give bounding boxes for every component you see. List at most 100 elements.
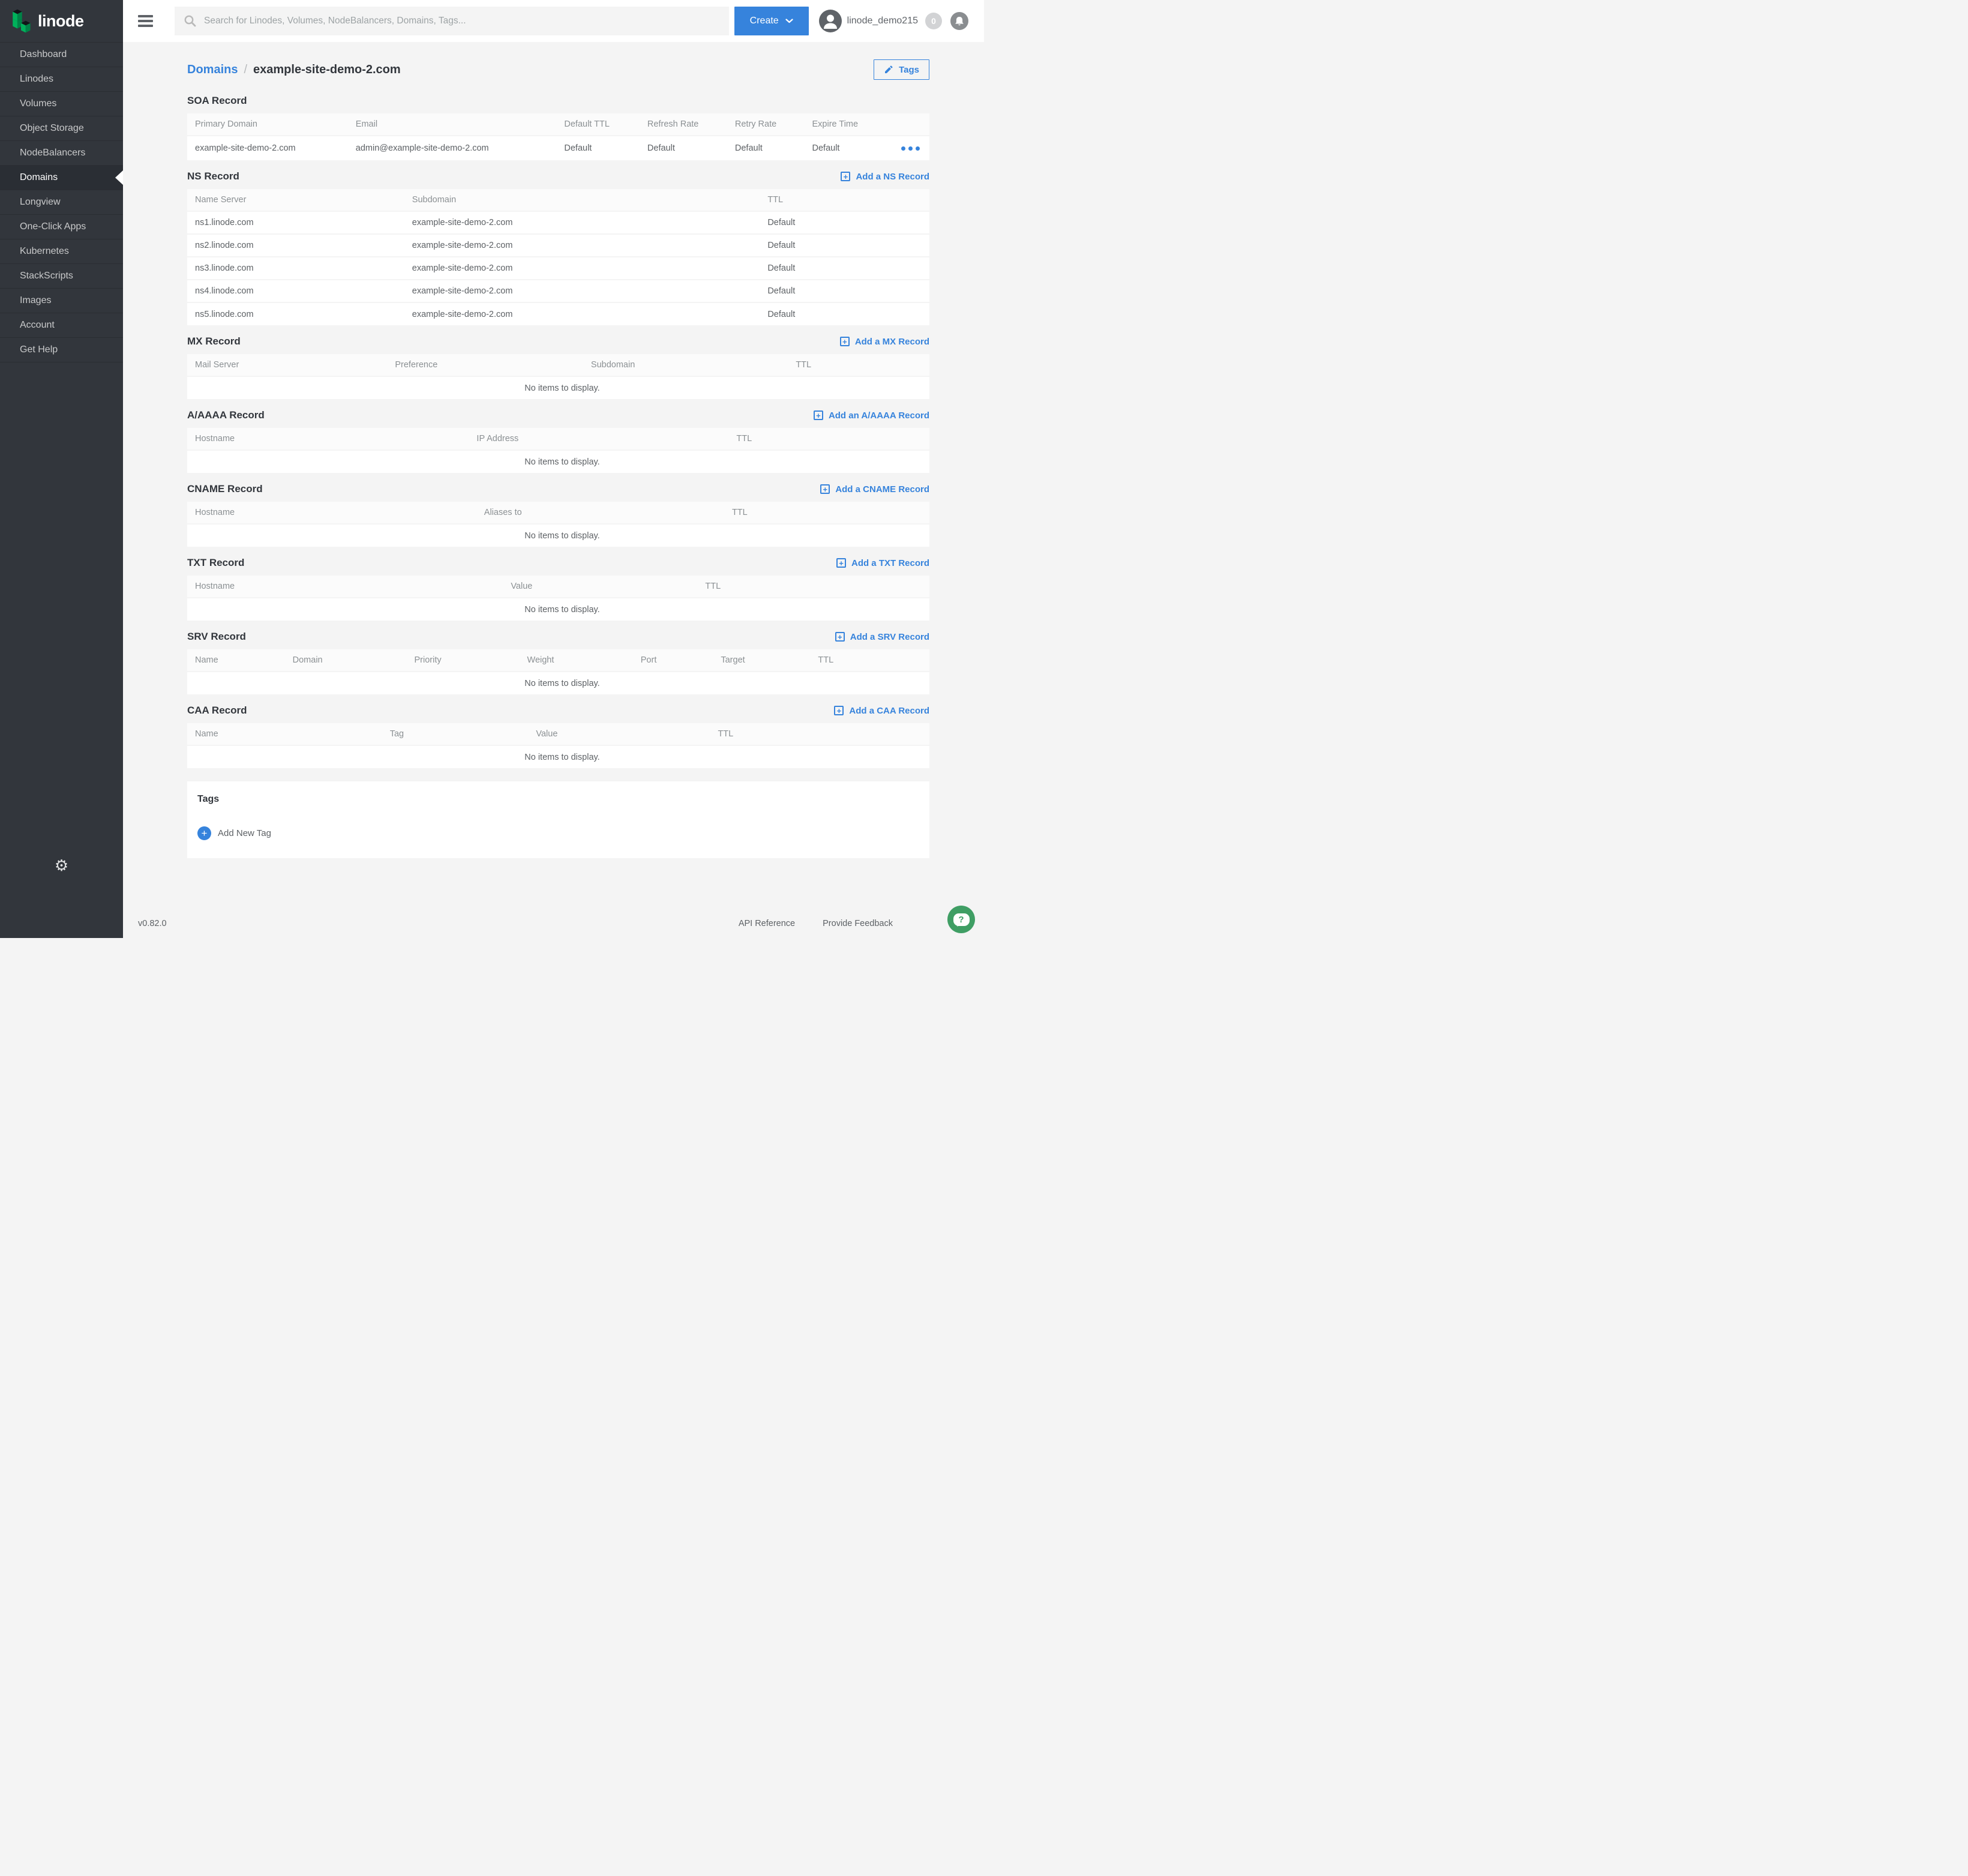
- column-header: Subdomain: [412, 189, 768, 211]
- add-ns-record-label: Add a NS Record: [856, 172, 929, 182]
- notifications-bell-icon[interactable]: [950, 12, 968, 30]
- caa-section-header: CAA Record Add a CAA Record: [187, 698, 929, 723]
- srv-section-header: SRV Record Add a SRV Record: [187, 624, 929, 649]
- breadcrumb-domains-link[interactable]: Domains: [187, 63, 238, 77]
- column-header: Hostname: [187, 576, 511, 598]
- column-header: TTL: [736, 428, 929, 450]
- edit-tags-button[interactable]: Tags: [874, 59, 929, 80]
- create-button[interactable]: Create: [734, 7, 809, 35]
- sidebar-item-dashboard[interactable]: Dashboard: [0, 43, 123, 67]
- help-button[interactable]: [947, 906, 975, 933]
- search-icon: [184, 14, 197, 28]
- person-icon: [819, 10, 842, 32]
- ns-header-row: Name Server Subdomain TTL: [187, 189, 929, 211]
- soa-section-title: SOA Record: [187, 95, 247, 107]
- column-header: Hostname: [187, 428, 476, 450]
- ns-name-server: ns3.linode.com: [187, 257, 412, 280]
- empty-state-text: No items to display.: [187, 524, 929, 547]
- sidebar-item-nodebalancers[interactable]: NodeBalancers: [0, 141, 123, 166]
- sidebar-item-one-click-apps[interactable]: One-Click Apps: [0, 215, 123, 239]
- sidebar-item-stackscripts[interactable]: StackScripts: [0, 264, 123, 289]
- a-aaaa-section-header: A/AAAA Record Add an A/AAAA Record: [187, 403, 929, 428]
- version-label: v0.82.0: [138, 919, 167, 928]
- cname-section-header: CNAME Record Add a CNAME Record: [187, 477, 929, 502]
- ns-record-row: ns4.linode.com example-site-demo-2.com D…: [187, 280, 929, 302]
- sidebar-item-get-help[interactable]: Get Help: [0, 338, 123, 362]
- mx-section-header: MX Record Add a MX Record: [187, 329, 929, 354]
- add-cname-record-link[interactable]: Add a CNAME Record: [820, 484, 929, 495]
- sidebar-item-domains[interactable]: Domains: [0, 166, 123, 190]
- content-column: Create linode_demo215 0: [123, 0, 984, 938]
- cname-header-row: Hostname Aliases to TTL: [187, 502, 929, 524]
- api-reference-link[interactable]: API Reference: [739, 919, 795, 928]
- soa-refresh-rate: Default: [647, 136, 735, 160]
- chevron-down-icon: [785, 19, 793, 23]
- ns-ttl: Default: [767, 302, 929, 325]
- sidebar-item-longview[interactable]: Longview: [0, 190, 123, 215]
- column-header: Domain: [293, 649, 415, 672]
- ns-ttl: Default: [767, 234, 929, 257]
- plus-box-icon: [836, 558, 846, 568]
- add-mx-record-label: Add a MX Record: [855, 337, 929, 347]
- soa-section-header: SOA Record: [187, 88, 929, 113]
- column-header: Target: [721, 649, 818, 672]
- mx-record-table: Mail Server Preference Subdomain TTL No …: [187, 354, 929, 399]
- cname-section-title: CNAME Record: [187, 483, 263, 495]
- column-header: Refresh Rate: [647, 113, 735, 136]
- search-input[interactable]: [204, 16, 720, 26]
- menu-hamburger-icon[interactable]: [137, 10, 154, 32]
- sidebar-item-images[interactable]: Images: [0, 289, 123, 313]
- ns-subdomain: example-site-demo-2.com: [412, 211, 768, 234]
- sidebar-nav: Dashboard Linodes Volumes Object Storage…: [0, 42, 123, 362]
- soa-default-ttl: Default: [564, 136, 647, 160]
- global-search: [175, 7, 729, 35]
- linode-logo-icon: [10, 7, 32, 35]
- provide-feedback-link[interactable]: Provide Feedback: [823, 919, 893, 928]
- row-actions-ellipsis-icon[interactable]: [886, 146, 929, 151]
- column-header: TTL: [732, 502, 929, 524]
- settings-gear-icon[interactable]: [55, 858, 68, 873]
- column-header: Expire Time: [812, 113, 887, 136]
- username-label[interactable]: linode_demo215: [847, 16, 918, 26]
- sidebar-item-object-storage[interactable]: Object Storage: [0, 116, 123, 141]
- ns-subdomain: example-site-demo-2.com: [412, 302, 768, 325]
- soa-primary-domain: example-site-demo-2.com: [187, 136, 356, 160]
- plus-circle-icon: [197, 826, 211, 840]
- plus-box-icon: [834, 706, 844, 715]
- add-a-aaaa-record-link[interactable]: Add an A/AAAA Record: [814, 410, 929, 421]
- column-header: Subdomain: [591, 354, 796, 376]
- add-txt-record-link[interactable]: Add a TXT Record: [836, 558, 929, 568]
- column-header: Priority: [415, 649, 527, 672]
- sidebar-item-volumes[interactable]: Volumes: [0, 92, 123, 116]
- a-aaaa-section-title: A/AAAA Record: [187, 409, 265, 421]
- user-avatar[interactable]: [819, 10, 842, 32]
- ns-subdomain: example-site-demo-2.com: [412, 257, 768, 280]
- linode-logo[interactable]: linode: [0, 0, 123, 42]
- column-header: IP Address: [476, 428, 736, 450]
- ns-record-table: Name Server Subdomain TTL ns1.linode.com…: [187, 189, 929, 325]
- add-ns-record-link[interactable]: Add a NS Record: [841, 172, 929, 182]
- sidebar-item-account[interactable]: Account: [0, 313, 123, 338]
- breadcrumb-separator: /: [244, 63, 247, 77]
- column-header: TTL: [705, 576, 929, 598]
- cname-record-table: Hostname Aliases to TTL No items to disp…: [187, 502, 929, 547]
- sidebar-item-linodes[interactable]: Linodes: [0, 67, 123, 92]
- app-window: linode Dashboard Linodes Volumes Object …: [0, 0, 984, 938]
- add-new-tag-button[interactable]: Add New Tag: [197, 826, 919, 840]
- column-header: Name: [187, 723, 390, 745]
- caa-header-row: Name Tag Value TTL: [187, 723, 929, 745]
- domain-detail-page: Domains / example-site-demo-2.com Tags: [123, 42, 984, 907]
- column-header: Email: [356, 113, 565, 136]
- ns-record-row: ns3.linode.com example-site-demo-2.com D…: [187, 257, 929, 280]
- edit-tags-button-label: Tags: [899, 65, 919, 75]
- soa-email: admin@example-site-demo-2.com: [356, 136, 565, 160]
- sidebar-item-kubernetes[interactable]: Kubernetes: [0, 239, 123, 264]
- column-header: TTL: [767, 189, 929, 211]
- ns-ttl: Default: [767, 280, 929, 302]
- plus-box-icon: [841, 172, 850, 181]
- column-header: Value: [536, 723, 718, 745]
- add-mx-record-link[interactable]: Add a MX Record: [840, 337, 929, 347]
- add-caa-record-link[interactable]: Add a CAA Record: [834, 706, 929, 716]
- ns-name-server: ns5.linode.com: [187, 302, 412, 325]
- add-srv-record-link[interactable]: Add a SRV Record: [835, 632, 929, 642]
